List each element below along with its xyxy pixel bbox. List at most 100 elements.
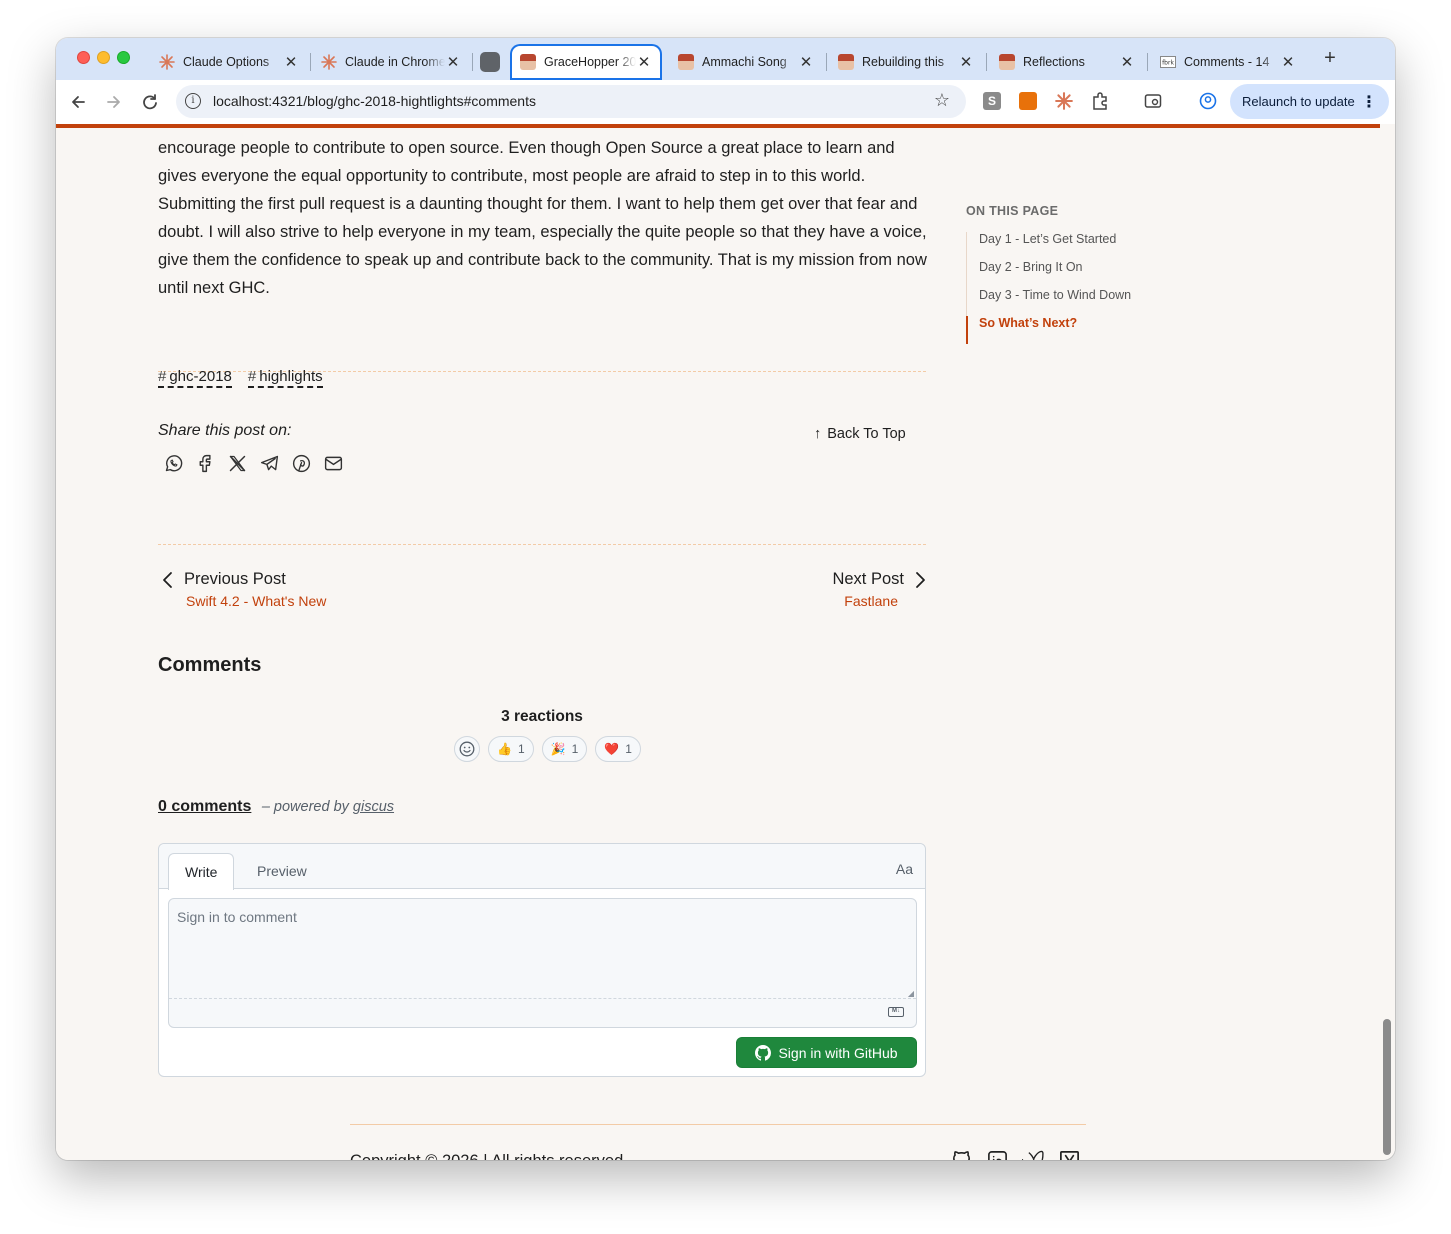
comment-count-link[interactable]: 0 comments xyxy=(158,798,251,815)
relaunch-button[interactable]: Relaunch to update ⋮ xyxy=(1230,84,1389,119)
toc-item[interactable]: Day 1 - Let’s Get Started xyxy=(967,232,1131,260)
hash-icon: # xyxy=(158,368,167,385)
tab-reflections[interactable]: Reflections ✕ xyxy=(989,44,1145,80)
next-post-link[interactable]: Next Post Fastlane xyxy=(832,570,926,609)
back-to-top-link[interactable]: ↑ Back To Top xyxy=(814,426,906,442)
editor-tabs: Write Preview Aa xyxy=(159,844,925,890)
comment-placeholder: Sign in to comment xyxy=(177,909,297,925)
comments-icon: fbrk xyxy=(1160,54,1176,70)
whatsapp-icon[interactable] xyxy=(162,452,184,474)
close-window-button[interactable] xyxy=(77,51,90,64)
text-format-icon[interactable]: Aa xyxy=(896,861,913,877)
hash-icon: # xyxy=(247,368,257,385)
tab-strip: Claude Options ✕ Claude in Chrome ✕ Grac… xyxy=(56,38,1395,80)
claude-extension-icon[interactable] xyxy=(1055,92,1073,110)
tab-close-icon[interactable]: ✕ xyxy=(283,53,299,71)
facebook-icon[interactable] xyxy=(194,452,216,474)
tab-title: Ammachi Song xyxy=(702,55,787,69)
tab-preview[interactable]: Preview xyxy=(241,853,323,890)
tab-write[interactable]: Write xyxy=(168,853,235,890)
arrow-left-icon xyxy=(72,96,85,108)
tab-search-icon[interactable] xyxy=(1144,92,1162,110)
tab-rebuilding[interactable]: Rebuilding this ✕ xyxy=(828,44,984,80)
tab-claude-options[interactable]: Claude Options ✕ xyxy=(149,44,309,80)
reaction-hooray-button[interactable]: 🎉 1 xyxy=(541,736,588,762)
tab-comments[interactable]: fbrk Comments - 14 ✕ xyxy=(1150,44,1306,80)
markdown-icon: M↓ xyxy=(888,1007,904,1017)
tag-link[interactable]: # highlights xyxy=(247,368,323,388)
bluesky-icon[interactable] xyxy=(1021,1148,1045,1160)
avatar-icon xyxy=(999,54,1015,70)
tab-close-icon[interactable]: ✕ xyxy=(445,53,461,71)
tab-ammachi-song[interactable]: Ammachi Song ✕ xyxy=(668,44,824,80)
giscus-link[interactable]: giscus xyxy=(353,799,394,815)
maximize-window-button[interactable] xyxy=(117,51,130,64)
back-button[interactable] xyxy=(67,91,89,113)
scrollbar-thumb[interactable] xyxy=(1383,1019,1391,1155)
extensions-puzzle-icon[interactable] xyxy=(1091,92,1109,110)
previous-post-label: Previous Post xyxy=(184,570,286,588)
svg-text:fbrk: fbrk xyxy=(1162,60,1174,67)
toc-item-active[interactable]: So What’s Next? xyxy=(966,316,1131,344)
new-tab-button[interactable]: + xyxy=(1318,47,1342,71)
profile-icon[interactable] xyxy=(1199,92,1217,110)
mail-icon[interactable] xyxy=(322,452,344,474)
sign-in-github-button[interactable]: Sign in with GitHub xyxy=(736,1037,917,1068)
tab-pinned[interactable] xyxy=(473,44,509,80)
powered-by: – powered by giscus xyxy=(262,799,394,815)
claude-icon xyxy=(159,54,175,70)
back-to-top-label: Back To Top xyxy=(827,426,906,442)
tab-close-icon[interactable]: ✕ xyxy=(1119,53,1135,71)
add-reaction-button[interactable] xyxy=(454,736,480,762)
table-of-contents: ON THIS PAGE Day 1 - Let’s Get Started D… xyxy=(966,204,1131,344)
footer-divider xyxy=(350,1124,1086,1125)
menu-dots-icon[interactable]: ⋮ xyxy=(1361,92,1377,112)
grey-square-icon xyxy=(480,52,500,72)
tab-gracehopper[interactable]: GraceHopper 2018 ✕ xyxy=(510,44,662,80)
tab-close-icon[interactable]: ✕ xyxy=(1280,53,1296,71)
page-scrollbar[interactable] xyxy=(1380,128,1395,1160)
extension-s-icon[interactable]: S xyxy=(983,92,1001,110)
reactions-count: 3 reactions xyxy=(501,708,583,725)
comment-textarea[interactable]: Sign in to comment ◢ M↓ xyxy=(168,898,917,1028)
toc-item[interactable]: Day 3 - Time to Wind Down xyxy=(967,288,1131,316)
reload-icon xyxy=(143,94,157,110)
forward-button[interactable] xyxy=(103,91,125,113)
extension-orange-icon[interactable] xyxy=(1019,92,1037,110)
reload-button[interactable] xyxy=(139,91,161,113)
tag-label: ghc-2018 xyxy=(169,368,232,385)
share-label: Share this post on: xyxy=(158,422,292,439)
tab-close-icon[interactable]: ✕ xyxy=(798,53,814,71)
github-icon[interactable] xyxy=(949,1148,973,1160)
x-icon[interactable] xyxy=(226,452,248,474)
site-info-icon[interactable]: i xyxy=(185,93,201,109)
browser-window: Claude Options ✕ Claude in Chrome ✕ Grac… xyxy=(56,38,1395,1160)
avatar-icon xyxy=(678,54,694,70)
previous-post-title: Swift 4.2 - What's New xyxy=(186,593,327,609)
tab-title: Comments - 14 xyxy=(1184,55,1270,69)
next-post-label: Next Post xyxy=(832,570,904,588)
reaction-count: 1 xyxy=(625,742,632,756)
minimize-window-button[interactable] xyxy=(97,51,110,64)
address-bar[interactable]: i localhost:4321/blog/ghc-2018-hightligh… xyxy=(176,85,966,118)
linkedin-icon[interactable] xyxy=(985,1148,1009,1160)
tag-list: # ghc-2018 # highlights xyxy=(158,368,323,388)
tag-link[interactable]: # ghc-2018 xyxy=(158,368,232,388)
tab-title: Claude in Chrome xyxy=(345,55,445,69)
url-text[interactable]: localhost:4321/blog/ghc-2018-hightlights… xyxy=(213,93,536,109)
pinterest-icon[interactable] xyxy=(290,452,312,474)
toc-item[interactable]: Day 2 - Bring It On xyxy=(967,260,1131,288)
sign-in-label: Sign in with GitHub xyxy=(778,1044,898,1061)
next-post-title: Fastlane xyxy=(844,593,898,609)
hackernews-icon[interactable] xyxy=(1057,1148,1081,1160)
resize-grip-icon[interactable]: ◢ xyxy=(908,989,914,998)
reaction-thumbsup-button[interactable]: 👍 1 xyxy=(488,736,534,762)
bookmark-star-icon[interactable]: ☆ xyxy=(934,90,950,111)
reaction-heart-button[interactable]: ❤️ 1 xyxy=(595,736,641,762)
previous-post-link[interactable]: Previous Post Swift 4.2 - What's New xyxy=(162,570,326,609)
telegram-icon[interactable] xyxy=(258,452,280,474)
tab-close-icon[interactable]: ✕ xyxy=(958,53,974,71)
tab-claude-in-chrome[interactable]: Claude in Chrome ✕ xyxy=(311,44,471,80)
tab-title: Reflections xyxy=(1023,55,1085,69)
tab-close-icon[interactable]: ✕ xyxy=(636,53,652,71)
